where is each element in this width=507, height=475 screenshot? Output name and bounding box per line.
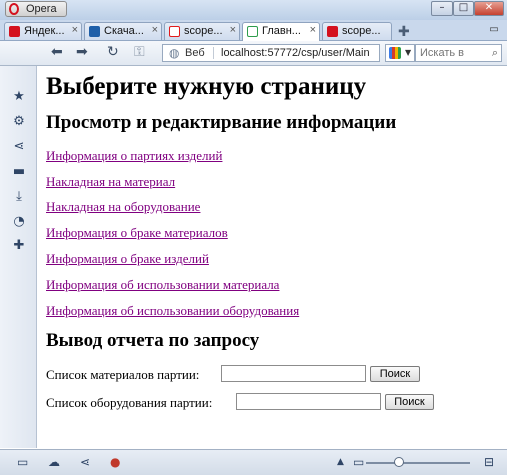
chevron-down-icon: ▼	[405, 48, 412, 57]
page-content: Выберите нужную страницу Просмотр и реда…	[37, 66, 507, 448]
address-url[interactable]: localhost:57772/csp/user/Main	[221, 47, 370, 59]
status-bar: ▭ ☁ ⋖ ● ▲ ▭ ⊟	[0, 449, 507, 475]
zoom-out-icon[interactable]: ▭	[353, 455, 364, 469]
google-icon	[389, 47, 401, 59]
reload-icon[interactable]: ↻	[107, 44, 119, 60]
opera-logo-icon	[9, 3, 19, 15]
link-material-defects[interactable]: Информация о браке материалов	[46, 225, 228, 241]
zoom-slider-track[interactable]	[366, 462, 470, 464]
opera-icon	[327, 26, 338, 37]
opera-menu-label: Opera	[26, 3, 57, 15]
minimize-button[interactable]: –	[431, 1, 453, 16]
link-equipment-invoice[interactable]: Накладная на оборудование	[46, 199, 200, 215]
forward-arrow-icon[interactable]: ➡	[76, 44, 88, 60]
opera-menu-button[interactable]: Opera	[5, 1, 67, 17]
tab-menu-icon[interactable]: ▭	[486, 24, 502, 38]
page-icon	[247, 26, 258, 37]
address-bar[interactable]: ◍ Веб localhost:57772/csp/user/Main	[162, 44, 380, 62]
key-icon[interactable]: ⚿	[134, 44, 145, 60]
equipment-batch-input[interactable]	[236, 393, 381, 410]
materials-batch-input[interactable]	[221, 365, 366, 382]
tab-close-icon[interactable]: ×	[230, 24, 236, 36]
zoom-reset-icon[interactable]: ⊟	[484, 455, 494, 469]
panel-toggle-icon[interactable]: ▭	[17, 455, 28, 469]
link-batch-info[interactable]: Информация о партиях изделий	[46, 148, 222, 164]
cloud-icon[interactable]: ☁	[48, 455, 60, 469]
downloads-icon[interactable]: ⤓	[12, 189, 26, 204]
materials-query-label: Список материалов партии:	[46, 367, 200, 382]
search-input[interactable]	[420, 46, 480, 60]
address-prefix: Веб	[185, 47, 205, 59]
search-box[interactable]: ⌕	[415, 44, 502, 62]
equipment-search-button[interactable]: Поиск	[385, 394, 434, 410]
tab-close-icon[interactable]: ×	[310, 24, 316, 36]
bookmarks-star-icon[interactable]: ★	[12, 89, 26, 104]
equipment-query-label: Список оборудования партии:	[46, 395, 213, 410]
yandex-icon	[169, 26, 180, 37]
turbo-icon[interactable]: ●	[110, 455, 120, 469]
tab-3[interactable]: scope... ×	[164, 22, 240, 40]
link-product-defects[interactable]: Информация о браке изделий	[46, 251, 209, 267]
tab-5[interactable]: scope...	[322, 22, 392, 40]
title-bar: Opera – □ ✕	[0, 0, 507, 21]
search-icon[interactable]: ⌕	[492, 46, 498, 60]
back-arrow-icon[interactable]: ⬅	[51, 44, 63, 60]
unite-share-icon[interactable]: ⋖	[80, 455, 90, 469]
add-panel-plus-icon[interactable]: ✚	[12, 238, 26, 253]
tab-close-icon[interactable]: ×	[72, 24, 78, 36]
navigation-bar: ⬅ ➡ ↻ ⚿ ◍ Веб localhost:57772/csp/user/M…	[0, 41, 507, 66]
link-equipment-usage[interactable]: Информация об использовании оборудования	[46, 303, 299, 319]
tab-strip: Яндек... × Скача... × scope... × Главн..…	[0, 20, 507, 41]
section-report-heading: Вывод отчета по запросу	[46, 330, 260, 351]
tab-4-active[interactable]: Главн... ×	[242, 22, 320, 41]
tab-close-icon[interactable]: ×	[152, 24, 158, 36]
tab-label: scope...	[184, 25, 223, 37]
zoom-slider-handle[interactable]	[394, 457, 404, 467]
link-material-usage[interactable]: Информация об использовании материала	[46, 277, 279, 293]
gear-icon[interactable]: ⚙	[12, 114, 26, 129]
section-view-edit-heading: Просмотр и редактирвание информации	[46, 112, 397, 133]
link-material-invoice[interactable]: Накладная на материал	[46, 174, 175, 190]
address-separator	[213, 47, 214, 59]
new-tab-plus-icon[interactable]: ✚	[398, 24, 410, 40]
side-panel: ★ ⚙ ⋖ ▬ ⤓ ◔ ✚	[0, 66, 37, 448]
notes-icon[interactable]: ▬	[12, 164, 26, 179]
history-clock-icon[interactable]: ◔	[12, 214, 26, 229]
tab-label: Яндек...	[24, 25, 65, 37]
tab-2[interactable]: Скача... ×	[84, 22, 162, 40]
tab-1[interactable]: Яндек... ×	[4, 22, 82, 40]
zoom-toggle-icon[interactable]: ▲	[337, 457, 344, 467]
tab-label: Скача...	[104, 25, 144, 37]
materials-search-button[interactable]: Поиск	[370, 366, 420, 382]
page-title: Выберите нужную страницу	[46, 73, 367, 100]
maximize-button[interactable]: □	[453, 1, 474, 16]
opera-icon	[9, 26, 20, 37]
tab-label: scope...	[342, 25, 381, 37]
tab-label: Главн...	[262, 25, 301, 37]
globe-icon: ◍	[169, 46, 180, 60]
search-engine-select[interactable]: ▼	[385, 44, 415, 62]
close-window-button[interactable]: ✕	[474, 1, 504, 16]
share-icon[interactable]: ⋖	[12, 139, 26, 154]
t-icon	[89, 26, 100, 37]
